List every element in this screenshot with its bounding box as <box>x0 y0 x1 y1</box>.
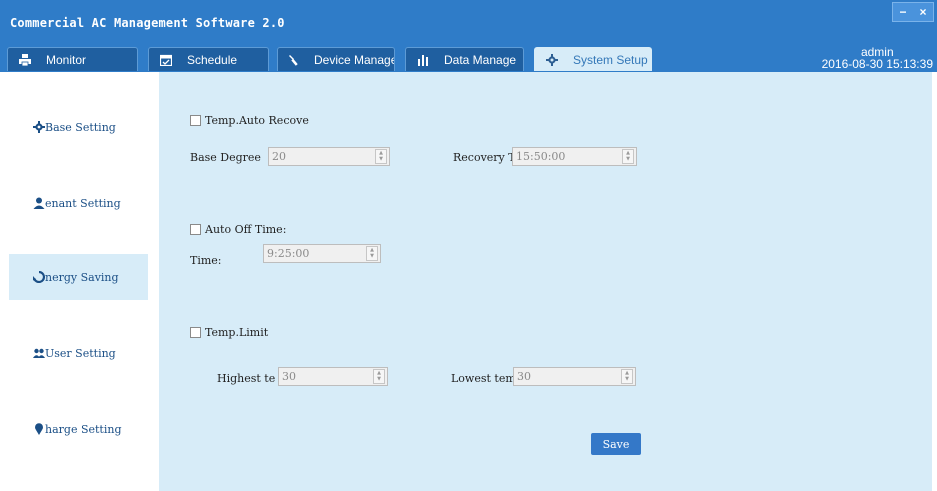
tab-device-manager[interactable]: Device Manager <box>277 47 395 71</box>
sidebar-item-label: nergy Saving <box>45 270 119 284</box>
stepper-arrows[interactable]: ▲ ▼ <box>375 149 387 164</box>
time-label: Time: <box>190 254 222 267</box>
lowest-temp-stepper[interactable]: 30 ▲ ▼ <box>513 367 636 386</box>
stepper-value: 20 <box>272 150 286 163</box>
temp-auto-recover-checkbox[interactable]: Temp.Auto Recove <box>190 114 309 127</box>
save-button[interactable]: Save <box>591 433 641 455</box>
app-title: Commercial AC Management Software 2.0 <box>10 16 285 30</box>
minimize-button[interactable]: − <box>893 3 913 21</box>
down-arrow-icon[interactable]: ▼ <box>367 254 377 261</box>
datetime: 2016-08-30 15:13:39 <box>821 57 933 71</box>
stepper-value: 30 <box>282 370 296 383</box>
user-info: admin 2016-08-30 15:13:39 <box>822 46 933 70</box>
tab-system-setup[interactable]: System Setup <box>534 47 652 71</box>
time-stepper[interactable]: 9:25:00 ▲ ▼ <box>263 244 381 263</box>
highest-temp-label: Highest te <box>217 372 276 385</box>
stepper-value: 15:50:00 <box>516 150 566 163</box>
recovery-time-label: Recovery Ti <box>453 151 520 164</box>
sidebar-item-label: Base Setting <box>45 120 116 134</box>
window-controls: − × <box>892 2 934 22</box>
lowest-temp-label: Lowest tem <box>451 372 516 385</box>
sidebar-item-label: enant Setting <box>45 196 121 210</box>
tab-schedule[interactable]: Schedule <box>148 47 269 71</box>
checkbox-box[interactable] <box>190 224 201 235</box>
tab-label: Data Manage <box>444 52 517 67</box>
gear-icon <box>545 53 559 67</box>
stepper-value: 30 <box>517 370 531 383</box>
sidebar-item-label: User Setting <box>45 346 116 360</box>
highest-temp-stepper[interactable]: 30 ▲ ▼ <box>278 367 388 386</box>
sidebar-item-charge-setting[interactable]: harge Setting <box>9 406 148 452</box>
person-icon <box>33 197 45 209</box>
energy-saving-panel: Temp.Auto Recove Base Degree 20 ▲ ▼ Recov… <box>159 72 932 491</box>
tab-label: Device Manager <box>314 52 395 67</box>
checkbox-label: Temp.Limit <box>205 326 269 339</box>
auto-off-time-checkbox[interactable]: Auto Off Time: <box>190 223 286 236</box>
down-arrow-icon[interactable]: ▼ <box>622 377 632 384</box>
tab-monitor[interactable]: Monitor <box>7 47 138 71</box>
down-arrow-icon[interactable]: ▼ <box>374 377 384 384</box>
checkbox-box[interactable] <box>190 327 201 338</box>
wrench-icon <box>288 53 300 67</box>
sidebar-item-base-setting[interactable]: Base Setting <box>9 104 148 150</box>
recycle-icon <box>33 271 45 283</box>
temp-limit-checkbox[interactable]: Temp.Limit <box>190 326 268 339</box>
close-button[interactable]: × <box>913 3 933 21</box>
users-icon <box>33 347 45 359</box>
sidebar: Base Setting enant Setting nergy Saving … <box>9 72 148 491</box>
stepper-arrows[interactable]: ▲ ▼ <box>621 369 633 384</box>
tab-label: System Setup <box>573 52 648 67</box>
checkbox-box[interactable] <box>190 115 201 126</box>
sidebar-item-energy-saving[interactable]: nergy Saving <box>9 254 148 300</box>
stepper-arrows[interactable]: ▲ ▼ <box>373 369 385 384</box>
checkbox-label: Temp.Auto Recove <box>205 114 309 127</box>
tab-label: Schedule <box>187 52 238 67</box>
sidebar-item-tenant-setting[interactable]: enant Setting <box>9 180 148 226</box>
tab-data-manage[interactable]: Data Manage <box>405 47 524 71</box>
calendar-icon <box>159 53 173 67</box>
printer-icon <box>18 53 32 67</box>
sidebar-item-label: harge Setting <box>45 422 122 436</box>
title-bar: Commercial AC Management Software 2.0 − … <box>0 0 937 72</box>
gear-icon <box>33 121 45 133</box>
bar-chart-icon <box>416 53 430 67</box>
tab-label: Monitor <box>46 52 87 67</box>
down-arrow-icon[interactable]: ▼ <box>376 157 386 164</box>
sidebar-item-user-setting[interactable]: User Setting <box>9 330 148 376</box>
base-degree-stepper[interactable]: 20 ▲ ▼ <box>268 147 390 166</box>
stepper-value: 9:25:00 <box>267 247 310 260</box>
stepper-arrows[interactable]: ▲ ▼ <box>622 149 634 164</box>
base-degree-label: Base Degree <box>190 151 261 164</box>
stepper-arrows[interactable]: ▲ ▼ <box>366 246 378 261</box>
checkbox-label: Auto Off Time: <box>205 223 287 236</box>
recovery-time-stepper[interactable]: 15:50:00 ▲ ▼ <box>512 147 637 166</box>
down-arrow-icon[interactable]: ▼ <box>623 157 633 164</box>
pin-icon <box>33 423 45 435</box>
